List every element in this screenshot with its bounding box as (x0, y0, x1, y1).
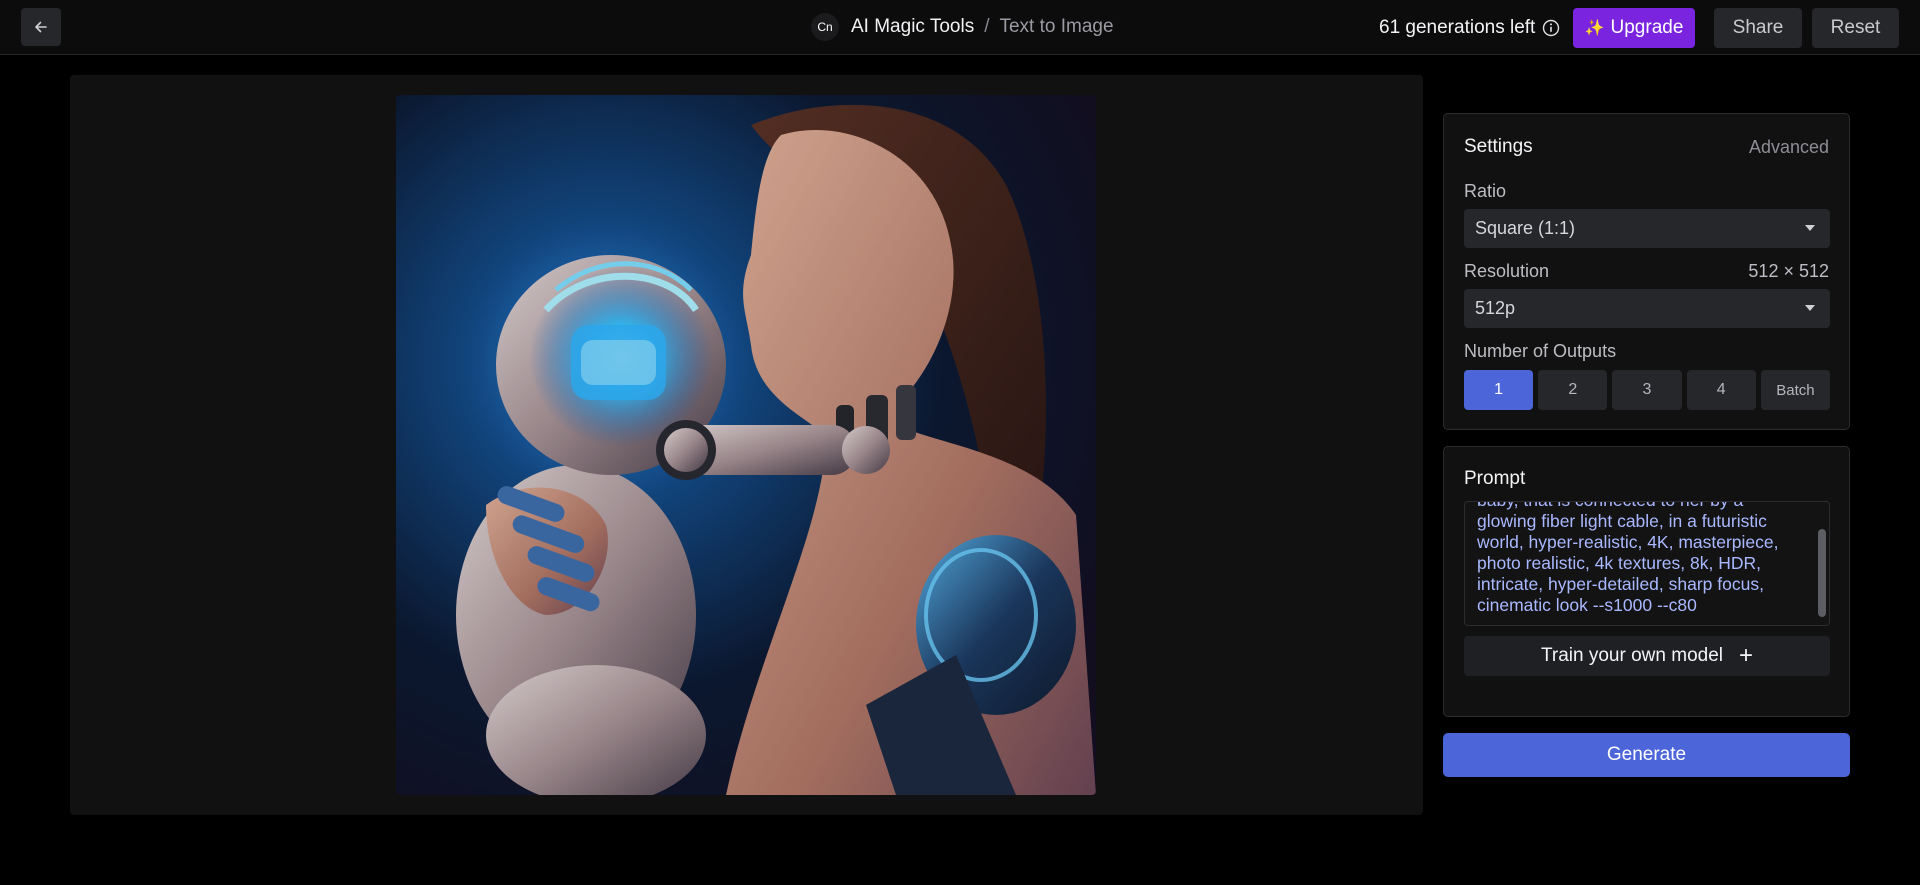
resolution-select[interactable]: 512p (1464, 289, 1830, 328)
canvas-area (70, 75, 1423, 815)
train-model-label: Train your own model (1541, 645, 1723, 666)
top-bar: Cn AI Magic Tools / Text to Image 61 gen… (0, 0, 1920, 55)
prompt-scrollbar-thumb[interactable] (1818, 529, 1826, 617)
resolution-dimensions: 512 × 512 (1748, 261, 1829, 281)
ratio-select-value: Square (1:1) (1475, 218, 1576, 238)
generations-counter: 61 generations left (1379, 14, 1560, 42)
resolution-select-value: 512p (1475, 298, 1516, 318)
breadcrumb: Cn AI Magic Tools / Text to Image (811, 13, 1114, 41)
prompt-title: Prompt (1464, 468, 1526, 489)
prompt-text: baby, that is connected to her by a glow… (1477, 502, 1809, 616)
train-model-button[interactable]: Train your own model + (1464, 636, 1830, 676)
generations-left-text: 61 generations left (1379, 17, 1536, 38)
upgrade-label: Upgrade (1610, 17, 1684, 38)
settings-title: Settings (1464, 136, 1533, 157)
back-button[interactable] (21, 8, 61, 46)
prompt-line: photo realistic, 4k textures, 8k, HDR, (1477, 553, 1761, 573)
generate-button[interactable]: Generate (1443, 733, 1850, 777)
output-option-4[interactable]: 4 (1686, 370, 1756, 410)
app-logo: Cn (811, 13, 839, 41)
prompt-panel: Prompt baby, that is connected to her by… (1443, 446, 1850, 717)
breadcrumb-current-page: Text to Image (999, 16, 1114, 37)
output-option-2[interactable]: 2 (1538, 370, 1608, 410)
outputs-selector: 1 2 3 4 Batch (1464, 370, 1831, 410)
sparkles-icon: ✨ (1584, 20, 1605, 37)
chevron-down-icon (1805, 305, 1815, 311)
generated-image[interactable] (396, 95, 1096, 795)
generated-image-artwork (396, 95, 1096, 795)
output-option-batch[interactable]: Batch (1760, 370, 1831, 410)
share-button[interactable]: Share (1714, 8, 1802, 48)
plus-icon: + (1738, 642, 1753, 669)
breadcrumb-app-link[interactable]: AI Magic Tools (851, 16, 974, 38)
ratio-select[interactable]: Square (1:1) (1464, 209, 1830, 248)
outputs-label: Number of Outputs (1464, 341, 1617, 361)
prompt-line: cinematic look --s1000 --c80 (1477, 595, 1697, 615)
info-circle-icon[interactable] (1542, 19, 1560, 37)
output-option-1[interactable]: 1 (1464, 370, 1534, 410)
chevron-down-icon (1805, 225, 1815, 231)
prompt-scrollbar[interactable] (1816, 503, 1828, 624)
prompt-line: intricate, hyper-detailed, sharp focus, (1477, 574, 1764, 594)
advanced-settings-link[interactable]: Advanced (1749, 137, 1829, 158)
breadcrumb-separator: / (984, 16, 990, 37)
arrow-left-icon (35, 21, 47, 33)
prompt-textarea[interactable]: baby, that is connected to her by a glow… (1464, 501, 1830, 626)
resolution-label: Resolution (1464, 261, 1550, 281)
prompt-line: glowing fiber light cable, in a futurist… (1477, 511, 1767, 531)
reset-button[interactable]: Reset (1812, 8, 1899, 48)
output-option-3[interactable]: 3 (1612, 370, 1682, 410)
prompt-line: world, hyper-realistic, 4K, masterpiece, (1477, 532, 1779, 552)
prompt-line: baby, that is connected to her by a (1477, 502, 1809, 511)
upgrade-button[interactable]: ✨ Upgrade (1573, 8, 1695, 48)
settings-panel: Settings Advanced Ratio Square (1:1) Res… (1443, 113, 1850, 430)
ratio-label: Ratio (1464, 181, 1507, 201)
